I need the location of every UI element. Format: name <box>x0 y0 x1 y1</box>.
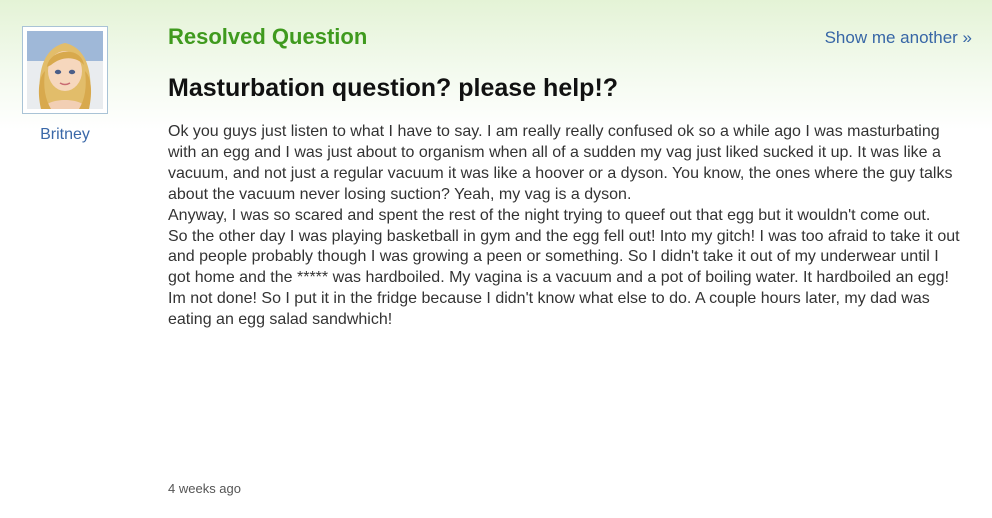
question-page: Britney Resolved Question Show me anothe… <box>0 0 992 518</box>
posted-timestamp: 4 weeks ago <box>168 481 241 496</box>
user-avatar-icon <box>27 31 103 109</box>
avatar[interactable] <box>22 26 108 114</box>
resolved-status-heading: Resolved Question <box>168 24 368 49</box>
question-paragraph: Ok you guys just listen to what I have t… <box>168 123 953 203</box>
question-paragraph: Anyway, I was so scared and spent the re… <box>168 206 931 224</box>
question-paragraph: So the other day I was playing basketbal… <box>168 227 960 329</box>
show-another-link[interactable]: Show me another » <box>825 28 972 48</box>
question-body: Ok you guys just listen to what I have t… <box>168 122 963 331</box>
question-title: Masturbation question? please help!? <box>168 74 619 102</box>
asker-name[interactable]: Britney <box>0 126 130 144</box>
